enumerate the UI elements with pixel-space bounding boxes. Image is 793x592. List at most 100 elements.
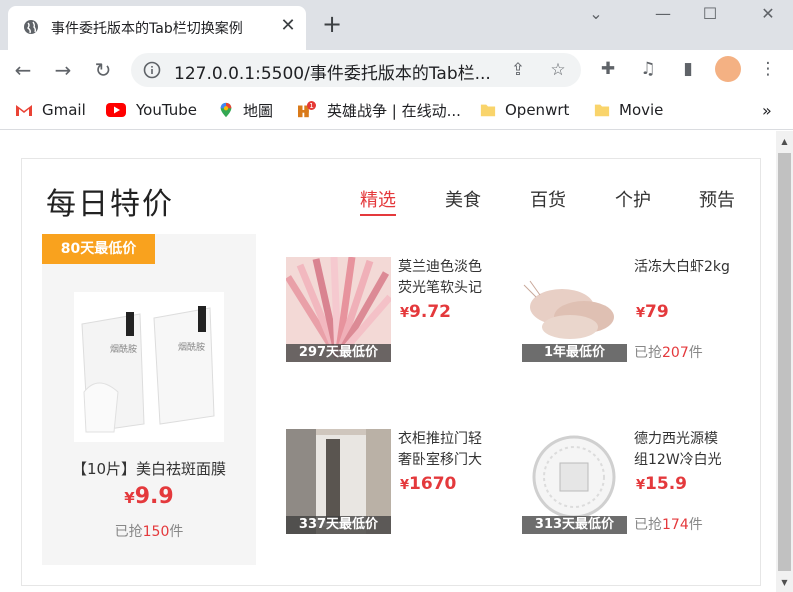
lowest-price-tag: 297天最低价 [286,344,391,362]
folder-icon [480,104,496,117]
youtube-icon [106,103,126,117]
browser-tab[interactable]: 事件委托版本的Tab栏切换案例 ✕ [8,6,306,50]
product-image-highlighters[interactable]: 297天最低价 [286,257,391,362]
bookmark-movie[interactable]: Movie [594,100,663,120]
product-card[interactable]: 337天最低价 衣柜推拉门轻奢卧室移门大 ¥1670 [286,429,506,539]
feature-sold-count: 已抢150件 [42,521,256,541]
scroll-down-icon[interactable]: ▼ [780,578,789,587]
browser-titlebar: 事件委托版本的Tab栏切换案例 ✕ + ⌄ — ☐ ✕ [0,0,793,50]
bookmark-label: YouTube [136,101,197,119]
currency-symbol: ¥ [636,306,646,321]
sold-suffix: 件 [688,345,703,361]
product-image-shrimp[interactable]: 1年最低价 [522,257,627,362]
bookmarks-more-icon[interactable]: » [762,100,772,120]
currency-symbol: ¥ [124,489,135,507]
url-text[interactable]: 127.0.0.1:5500/事件委托版本的Tab栏... [174,59,491,84]
page-viewport: ▲ ▼ 每日特价 精选 美食 百货 个护 预告 80天最低价 烟酰胺 烟酰胺 【… [0,131,793,592]
side-panel-icon[interactable]: ▮ [677,58,699,80]
profile-avatar[interactable] [715,56,741,82]
sold-count: 已抢207件 [634,342,703,362]
page-title: 每日特价 [46,187,174,222]
extensions-icon[interactable]: ✚ [597,58,619,80]
folder-icon [594,104,610,117]
minimize-button[interactable]: — [640,2,686,26]
bookmark-openwrt[interactable]: Openwrt [480,100,569,120]
feature-product-name[interactable]: 【10片】美白祛斑面膜 [42,458,256,479]
address-bar[interactable]: 127.0.0.1:5500/事件委托版本的Tab栏... ⇪ ☆ [131,53,581,87]
product-image-wardrobe[interactable]: 337天最低价 [286,429,391,534]
product-card[interactable]: 297天最低价 莫兰迪色淡色荧光笔软头记 ¥9.72 [286,257,506,367]
product-price: ¥1670 [400,474,456,494]
sold-number: 174 [662,517,689,533]
bookmark-label: Movie [619,101,664,119]
close-window-button[interactable]: ✕ [745,2,791,26]
bookmark-label: Gmail [42,101,86,119]
sold-prefix: 已抢 [114,524,143,540]
bookmark-label: 地圖 [243,101,274,120]
back-arrow-icon[interactable]: ← [11,58,35,82]
price-value: 15.9 [645,474,687,494]
tab-personal-care[interactable]: 个护 [615,186,651,212]
globe-icon [24,20,38,34]
tab-featured[interactable]: 精选 [360,186,396,216]
product-name[interactable]: 活冻大白虾2kg [634,257,730,299]
currency-symbol: ¥ [400,306,410,321]
bookmarks-bar: Gmail YouTube 地圖 1 英雄战争 | 在线动... Openwrt… [0,90,793,130]
media-icon[interactable]: ♫ [637,58,659,80]
facemask-illustration: 烟酰胺 烟酰胺 [74,292,224,442]
bookmark-game[interactable]: 1 英雄战争 | 在线动... [296,100,461,120]
product-name[interactable]: 德力西光源模组12W冷白光 [634,429,730,471]
browser-toolbar: ← → ↻ 127.0.0.1:5500/事件委托版本的Tab栏... ⇪ ☆ … [0,50,793,90]
product-card[interactable]: 1年最低价 活冻大白虾2kg ¥79 已抢207件 [522,257,742,367]
tab-preview[interactable]: 预告 [699,186,735,212]
product-image-light-module[interactable]: 313天最低价 [522,429,627,534]
product-name[interactable]: 衣柜推拉门轻奢卧室移门大 [398,429,494,471]
sold-suffix: 件 [169,524,184,540]
vertical-scrollbar[interactable]: ▲ ▼ [776,131,793,592]
svg-text:烟酰胺: 烟酰胺 [110,343,137,355]
price-value: 9.9 [134,484,174,509]
reload-icon[interactable]: ↻ [91,58,115,82]
scroll-up-icon[interactable]: ▲ [780,137,789,146]
product-card[interactable]: 313天最低价 德力西光源模组12W冷白光 ¥15.9 已抢174件 [522,429,742,539]
product-image-facemask[interactable]: 烟酰胺 烟酰胺 [74,292,224,442]
lowest-price-tag: 1年最低价 [522,344,627,362]
svg-text:1: 1 [309,101,314,110]
svg-text:烟酰胺: 烟酰胺 [178,341,205,353]
currency-symbol: ¥ [400,478,410,493]
bookmark-youtube[interactable]: YouTube [105,100,197,120]
new-tab-button[interactable]: + [322,12,342,36]
lowest-price-badge: 80天最低价 [42,234,155,264]
product-price: ¥9.72 [400,302,451,322]
tab-food[interactable]: 美食 [445,186,481,212]
product-price: ¥15.9 [636,474,687,494]
bookmark-label: Openwrt [505,101,570,119]
tab-search-icon[interactable]: ⌄ [573,2,619,26]
maps-icon [220,102,232,118]
tab-department[interactable]: 百货 [530,186,566,212]
sold-suffix: 件 [688,517,703,533]
sold-prefix: 已抢 [634,345,662,361]
sold-count: 已抢174件 [634,514,703,534]
bookmark-star-icon[interactable]: ☆ [548,60,568,80]
sold-number: 207 [662,345,689,361]
lowest-price-tag: 337天最低价 [286,516,391,534]
lowest-price-tag: 313天最低价 [522,516,627,534]
sold-prefix: 已抢 [634,517,662,533]
product-price: ¥79 [636,302,669,322]
menu-kebab-icon[interactable]: ⋮ [757,58,779,80]
info-icon[interactable] [143,61,161,79]
close-tab-icon[interactable]: ✕ [278,16,298,36]
forward-arrow-icon[interactable]: → [51,58,75,82]
share-icon[interactable]: ⇪ [508,60,528,80]
maximize-button[interactable]: ☐ [687,2,733,26]
feature-product-card[interactable]: 80天最低价 烟酰胺 烟酰胺 【10片】美白祛斑面膜 ¥9.9 已抢150件 [42,234,256,565]
price-value: 9.72 [409,302,451,322]
scroll-thumb[interactable] [778,153,791,571]
price-value: 79 [645,302,669,322]
feature-product-price: ¥9.9 [42,484,256,509]
product-name[interactable]: 莫兰迪色淡色荧光笔软头记 [398,257,494,299]
bookmark-gmail[interactable]: Gmail [15,100,86,120]
currency-symbol: ¥ [636,478,646,493]
bookmark-maps[interactable]: 地圖 [218,100,273,120]
